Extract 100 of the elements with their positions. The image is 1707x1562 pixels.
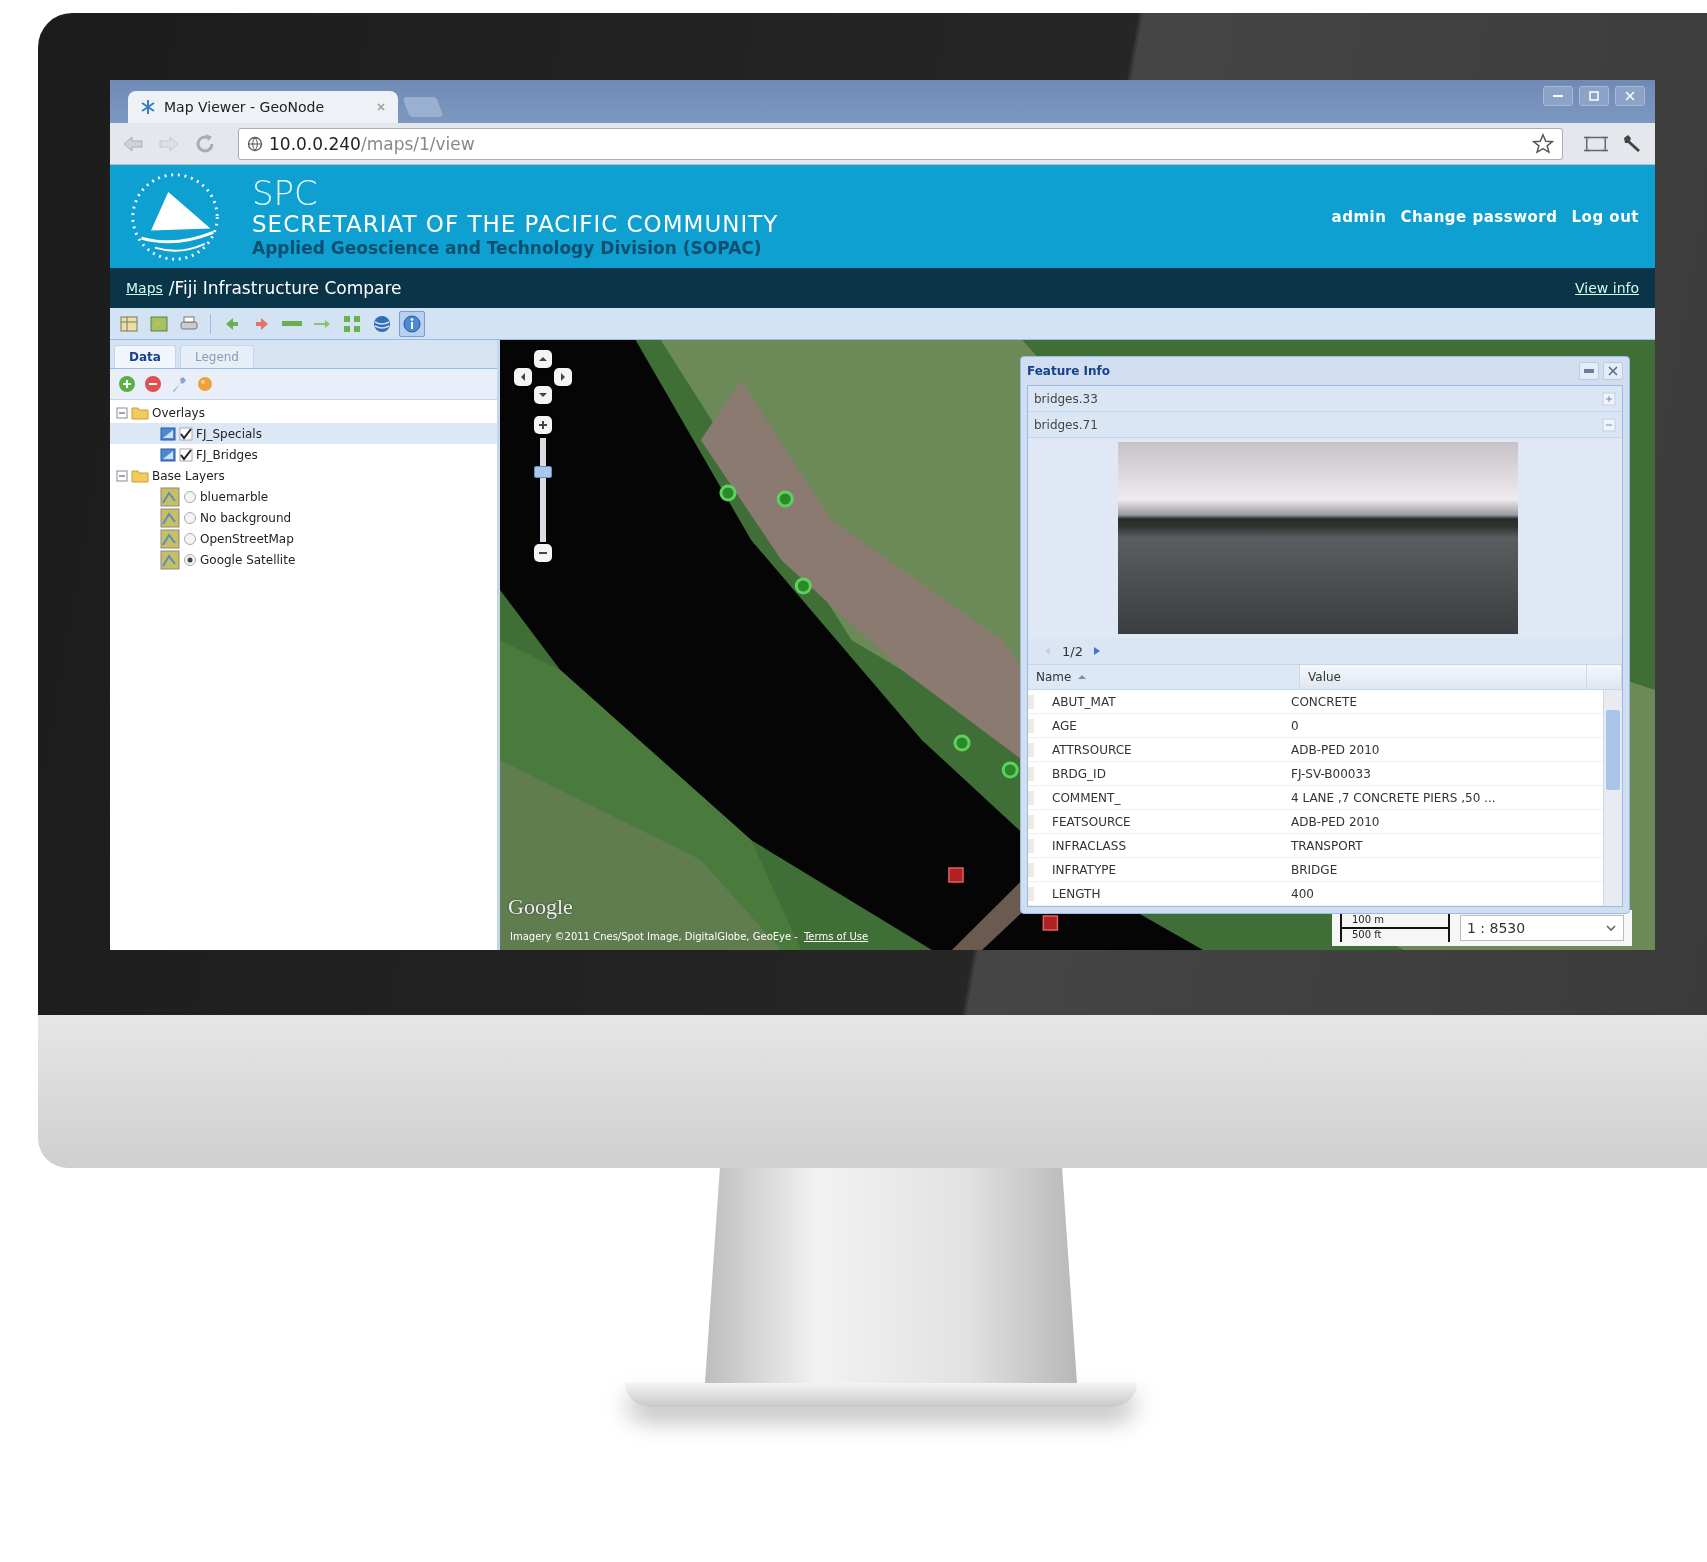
table-cell-text: BRIDGE bbox=[1290, 862, 1339, 877]
page-indicator: 1/2 bbox=[1062, 643, 1083, 659]
table-cell: ATTRSOURCE bbox=[1028, 742, 1283, 757]
table-cell-text: CONCRETE bbox=[1290, 694, 1358, 709]
plus-icon bbox=[538, 420, 548, 430]
feature-section-header[interactable]: bridges.71 bbox=[1028, 412, 1622, 438]
layer-row[interactable]: FJ_Specials bbox=[110, 423, 497, 444]
info-tool-button[interactable] bbox=[399, 310, 425, 337]
feature-section-header[interactable]: bridges.33 bbox=[1028, 386, 1622, 412]
scale-dropdown[interactable]: 1 : 8530 bbox=[1460, 915, 1624, 941]
close-icon bbox=[1624, 90, 1636, 102]
table-cell-text: 400 bbox=[1290, 886, 1315, 901]
minimize-icon bbox=[1553, 95, 1563, 97]
tree-group-label[interactable]: Overlays bbox=[152, 405, 205, 420]
table-cell: BRDG_ID bbox=[1028, 766, 1283, 781]
table-cell: FEATSOURCE bbox=[1028, 814, 1283, 829]
collapse-icon[interactable] bbox=[116, 406, 128, 419]
table-cell: ABUT_MAT bbox=[1028, 694, 1283, 709]
table-cell: LENGTH bbox=[1028, 886, 1283, 901]
map-thumbnail-icon bbox=[160, 486, 180, 507]
map-provider-logo: Google bbox=[508, 894, 573, 920]
globe-icon bbox=[247, 135, 263, 152]
radio-button[interactable] bbox=[183, 510, 197, 525]
add-icon[interactable] bbox=[118, 375, 136, 393]
remove-icon[interactable] bbox=[144, 375, 162, 393]
map-thumbnail-icon bbox=[160, 528, 180, 549]
pan-right-button[interactable] bbox=[554, 368, 572, 386]
pan-down-button[interactable] bbox=[534, 386, 552, 404]
star-icon[interactable] bbox=[1532, 132, 1554, 155]
table-cell: INFRATYPE bbox=[1028, 862, 1283, 877]
right-triangle-icon bbox=[558, 372, 568, 382]
tree-group-label[interactable]: Base Layers bbox=[152, 468, 225, 483]
new-tab-button[interactable] bbox=[402, 97, 444, 117]
table-cell-text: 0 bbox=[1290, 718, 1300, 733]
layer-icon bbox=[160, 425, 176, 442]
style-icon[interactable] bbox=[196, 375, 214, 393]
layer-row[interactable]: bluemarble bbox=[110, 486, 497, 507]
layer-row[interactable]: No background bbox=[110, 507, 497, 528]
pan-up-button[interactable] bbox=[534, 350, 552, 368]
browser-tab[interactable]: Map Viewer - GeoNode bbox=[128, 91, 398, 123]
dash-icon bbox=[282, 321, 302, 326]
map-marker[interactable] bbox=[1042, 915, 1059, 931]
column-header[interactable]: Value bbox=[1300, 665, 1587, 689]
table-cell-text: ADB-PED 2010 bbox=[1290, 814, 1381, 829]
terms-link[interactable]: Terms of Use bbox=[803, 931, 869, 942]
radio-button[interactable] bbox=[183, 531, 197, 546]
map-marker[interactable] bbox=[948, 867, 964, 883]
grid-icon bbox=[342, 313, 362, 334]
division-name: Applied Geoscience and Technology Division (SOPAC) bbox=[252, 237, 763, 258]
map-marker[interactable] bbox=[953, 734, 971, 752]
map-marker[interactable] bbox=[776, 490, 794, 508]
table-icon bbox=[119, 313, 139, 334]
organization-acronym: SPC bbox=[252, 175, 319, 210]
table-cell-text: ADB-PED 2010 bbox=[1290, 742, 1381, 757]
minimize-button[interactable] bbox=[1543, 86, 1573, 106]
layer-row[interactable]: OpenStreetMap bbox=[110, 528, 497, 549]
table-cell: AGE bbox=[1028, 718, 1283, 733]
close-button[interactable] bbox=[1615, 86, 1645, 106]
map-marker[interactable] bbox=[1001, 761, 1019, 779]
down-triangle-icon bbox=[538, 390, 548, 400]
map-thumbnail-icon bbox=[160, 549, 180, 570]
info-icon bbox=[402, 313, 422, 334]
map-attribution: Imagery ©2011 Cnes/Spot Image, DigitalGlobe, GeoEye - bbox=[510, 931, 798, 942]
view-info-link[interactable]: View info bbox=[1575, 280, 1639, 296]
window-title: Feature Info bbox=[1027, 364, 1110, 378]
collapse-icon[interactable] bbox=[116, 469, 128, 482]
map-marker[interactable] bbox=[719, 484, 737, 502]
table-cell-text: 4 LANE ,7 CONCRETE PIERS ,50 ... bbox=[1290, 790, 1497, 805]
checkbox[interactable] bbox=[179, 447, 193, 462]
column-header[interactable]: Name bbox=[1028, 665, 1300, 689]
pan-left-button[interactable] bbox=[514, 368, 532, 386]
table-cell-text: TRANSPORT bbox=[1290, 838, 1364, 853]
snowflake-icon bbox=[140, 99, 156, 115]
close-icon bbox=[1607, 365, 1619, 377]
zoom-in-button[interactable] bbox=[534, 416, 552, 434]
checkbox[interactable] bbox=[179, 426, 193, 441]
map-title: /Fiji Infrastructure Compare bbox=[168, 278, 402, 298]
dock-button[interactable] bbox=[1579, 362, 1599, 380]
table-cell-text: FJ-SV-B00033 bbox=[1290, 766, 1372, 781]
organization-name: SECRETARIAT OF THE PACIFIC COMMUNITY bbox=[252, 209, 779, 238]
maximize-button[interactable] bbox=[1579, 86, 1609, 106]
map-marker[interactable] bbox=[794, 577, 812, 595]
scale-label: 100 m bbox=[1352, 914, 1384, 925]
scrollbar[interactable] bbox=[1603, 690, 1622, 906]
radio-button[interactable] bbox=[183, 552, 197, 567]
address-field[interactable]: 10.0.0.240/maps/1/view bbox=[238, 127, 1563, 160]
close-icon[interactable] bbox=[376, 102, 386, 112]
layer-icon bbox=[160, 446, 176, 463]
layer-row[interactable]: FJ_Bridges bbox=[110, 444, 497, 465]
table-cell: COMMENT_ bbox=[1028, 790, 1283, 805]
table-cell: INFRACLASS bbox=[1028, 838, 1283, 853]
layer-row[interactable]: Google Satellite bbox=[110, 549, 497, 570]
zoom-out-button[interactable] bbox=[534, 544, 552, 562]
maximize-icon bbox=[1588, 90, 1600, 102]
breadcrumb-link[interactable]: Maps bbox=[126, 280, 163, 296]
sidebar-tab[interactable]: Data bbox=[114, 345, 176, 368]
globe-icon bbox=[372, 313, 392, 334]
radio-button[interactable] bbox=[183, 489, 197, 504]
close-button[interactable] bbox=[1603, 362, 1623, 380]
map-thumbnail-icon bbox=[160, 507, 180, 528]
